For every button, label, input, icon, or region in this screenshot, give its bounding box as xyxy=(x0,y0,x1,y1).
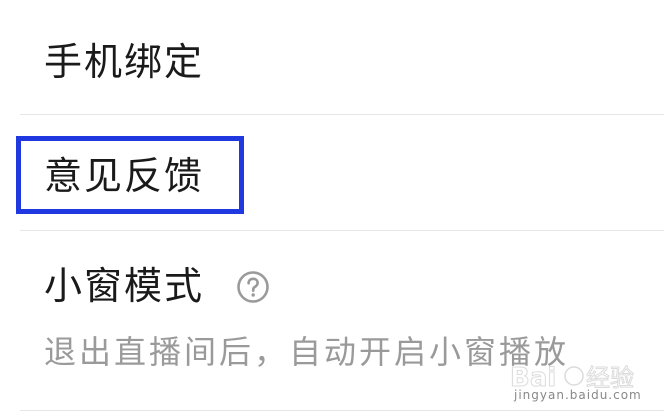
divider xyxy=(20,114,664,115)
watermark-url: jingyan.baidu.com xyxy=(514,388,642,402)
divider xyxy=(20,230,664,231)
setting-small-window-mode[interactable]: 小窗模式 xyxy=(44,264,204,308)
help-circle-icon[interactable] xyxy=(236,270,270,304)
highlight-box xyxy=(16,136,244,214)
small-window-mode-description: 退出直播间后，自动开启小窗播放 xyxy=(44,333,570,371)
setting-phone-binding[interactable]: 手机绑定 xyxy=(44,40,204,84)
baidu-jingyan-watermark-icon: Bai 经验 xyxy=(510,363,635,394)
settings-page: 手机绑定 意见反馈 小窗模式 退出直播间后，自动开启小窗播放 Bai 经验 ji… xyxy=(0,0,664,416)
